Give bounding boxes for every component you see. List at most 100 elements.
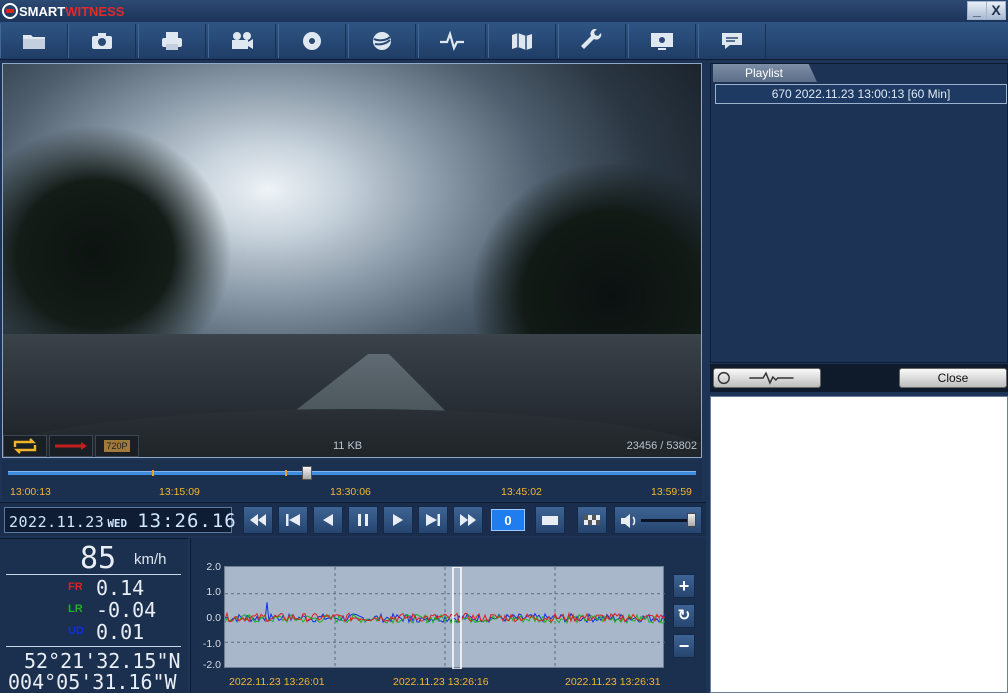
frame-counter: 23456 / 53802 xyxy=(626,440,697,452)
arrow-right-icon xyxy=(55,442,87,450)
ud-label: UD xyxy=(68,625,84,637)
pulse-icon xyxy=(440,30,464,52)
logo-icon xyxy=(2,3,18,19)
date-display: 2022.11.23 xyxy=(9,513,105,531)
x-axis-label: 2022.11.23 13:26:31 xyxy=(565,676,661,688)
play-icon xyxy=(393,514,403,526)
messages-button[interactable] xyxy=(698,24,766,58)
divider xyxy=(6,646,181,647)
longitude-display: 004°05'31.16"W xyxy=(8,670,177,693)
ud-value: 0.01 xyxy=(96,620,145,644)
y-axis-label: 0.0 xyxy=(206,612,221,624)
video-player[interactable]: 720P 11 KB 23456 / 53802 xyxy=(2,63,702,458)
playlist-panel: Playlist 670 2022.11.23 13:00:13 [60 Min… xyxy=(710,63,1008,363)
snapshot-button[interactable] xyxy=(68,24,136,58)
timeline-slider-track[interactable] xyxy=(8,471,696,475)
playlist-tab[interactable]: Playlist xyxy=(713,64,817,82)
print-button[interactable] xyxy=(138,24,206,58)
backup-disc-button[interactable] xyxy=(278,24,346,58)
lr-label: LR xyxy=(68,603,83,615)
waveform-toggle-button[interactable] xyxy=(713,368,821,388)
volume-control xyxy=(614,506,702,534)
close-window-button[interactable]: X xyxy=(986,1,1006,20)
folder-icon xyxy=(23,35,45,49)
loop-button[interactable] xyxy=(3,435,47,457)
lr-value: -0.04 xyxy=(96,598,157,622)
waveform-icon xyxy=(717,371,794,385)
speed-value: 85 xyxy=(80,541,117,576)
title-bar: SMART WITNESS _ X xyxy=(0,0,1008,22)
stop-button[interactable] xyxy=(535,506,565,534)
app-window: SMART WITNESS _ X 720P 11 KB 23456 / 538… xyxy=(0,0,1008,693)
step-back-icon xyxy=(323,514,333,526)
speaker-icon[interactable] xyxy=(619,512,639,530)
wrench-icon xyxy=(581,29,602,49)
x-axis-label: 2022.11.23 13:26:16 xyxy=(393,676,489,688)
fast-forward-button[interactable] xyxy=(453,506,483,534)
video-export-icon xyxy=(232,32,253,49)
timeline: 13:00:13 13:15:09 13:30:06 13:45:02 13:5… xyxy=(2,460,702,500)
close-playlist-button[interactable]: Close xyxy=(899,368,1007,388)
video-status-bar: 720P 11 KB 23456 / 53802 xyxy=(3,435,701,457)
map-view-button[interactable] xyxy=(348,24,416,58)
logo-text-witness: WITNESS xyxy=(65,3,125,19)
logo-text-smart: SMART xyxy=(19,3,66,19)
route-map-button[interactable] xyxy=(488,24,556,58)
screen-config-button[interactable] xyxy=(628,24,696,58)
fullscreen-button[interactable] xyxy=(577,506,607,534)
zoom-out-button[interactable]: − xyxy=(673,634,695,658)
resolution-badge: 720P xyxy=(104,440,130,452)
pause-icon xyxy=(358,514,368,526)
fr-label: FR xyxy=(68,581,83,593)
disc-icon xyxy=(303,32,321,50)
gsensor-chart xyxy=(224,566,666,670)
y-axis-label: 1.0 xyxy=(206,586,221,598)
time-display: 13:26.16 xyxy=(137,510,237,532)
playback-controls: 2022.11.23 WED 13:26.16 0 xyxy=(0,502,706,536)
timeline-label: 13:45:02 xyxy=(501,486,542,498)
direction-button[interactable] xyxy=(49,435,93,457)
settings-button[interactable] xyxy=(558,24,626,58)
y-axis-label: 2.0 xyxy=(206,561,221,573)
stop-icon xyxy=(542,516,558,525)
fast-rewind-button[interactable] xyxy=(243,506,273,534)
open-folder-button[interactable] xyxy=(0,24,68,58)
app-logo: SMART WITNESS xyxy=(2,2,124,20)
map-panel[interactable] xyxy=(710,396,1008,693)
skip-back-icon xyxy=(286,514,300,526)
weekday-display: WED xyxy=(107,517,128,530)
zoom-in-button[interactable]: + xyxy=(673,574,695,598)
play-button[interactable] xyxy=(383,506,413,534)
timeline-slider-thumb[interactable] xyxy=(302,466,312,480)
previous-file-button[interactable] xyxy=(278,506,308,534)
timeline-event-marker xyxy=(152,470,154,476)
main-toolbar xyxy=(0,22,1008,60)
divider xyxy=(6,574,181,575)
resolution-badge-button[interactable]: 720P xyxy=(95,435,139,457)
step-back-button[interactable] xyxy=(313,506,343,534)
gsensor-button[interactable] xyxy=(418,24,486,58)
screen-settings-icon xyxy=(651,33,673,50)
speed-unit: km/h xyxy=(134,551,167,568)
playlist-actions: Close xyxy=(710,364,1008,392)
playlist-item[interactable]: 670 2022.11.23 13:00:13 [60 Min] xyxy=(715,84,1007,104)
minimize-button[interactable]: _ xyxy=(967,1,987,20)
gsensor-plot[interactable] xyxy=(224,566,666,670)
timeline-label: 13:15:09 xyxy=(159,486,200,498)
pause-button[interactable] xyxy=(348,506,378,534)
checker-icon xyxy=(584,515,600,525)
datetime-display: 2022.11.23 WED 13:26.16 xyxy=(4,507,236,533)
timeline-label: 13:30:06 xyxy=(330,486,371,498)
reset-zoom-button[interactable]: ↻ xyxy=(673,604,695,628)
timeline-label: 13:59:59 xyxy=(651,486,692,498)
playback-speed-display[interactable]: 0 xyxy=(491,509,525,531)
timeline-event-marker xyxy=(285,470,287,476)
gsensor-graph-panel: 2.0 1.0 0.0 -1.0 -2.0 2022.11.23 13:26:0… xyxy=(190,538,706,693)
volume-slider-thumb[interactable] xyxy=(687,513,696,527)
printer-icon xyxy=(162,32,182,50)
globe-icon xyxy=(373,32,391,50)
chat-icon xyxy=(722,33,742,49)
next-file-button[interactable] xyxy=(418,506,448,534)
export-video-button[interactable] xyxy=(208,24,276,58)
fast-forward-icon xyxy=(460,514,476,526)
